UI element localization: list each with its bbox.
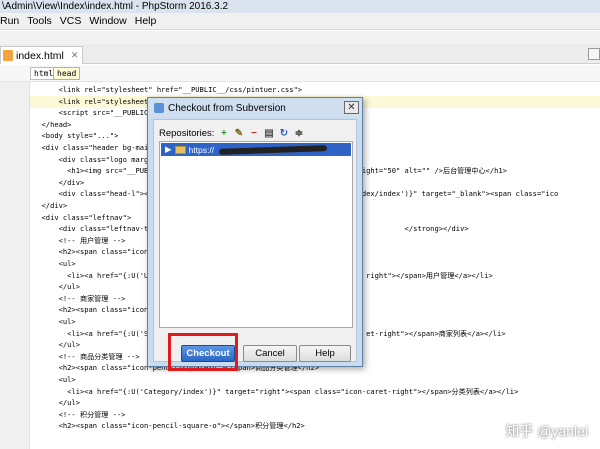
- code-line: </ul>: [33, 340, 80, 350]
- expand-arrow-icon[interactable]: ▶: [165, 144, 172, 155]
- close-icon[interactable]: ✕: [344, 101, 359, 114]
- close-icon[interactable]: ✕: [71, 50, 79, 61]
- repositories-label: Repositories:: [159, 127, 215, 139]
- code-line: </ul>: [33, 398, 80, 408]
- dialog-title: Checkout from Subversion: [168, 102, 286, 114]
- browse-icon[interactable]: ▤: [263, 128, 274, 139]
- checkout-dialog: Checkout from Subversion ✕ Repositories:…: [147, 97, 363, 367]
- breadcrumb: html head: [0, 65, 600, 82]
- menu-bar: Run Tools VCS Window Help: [0, 13, 600, 30]
- editor-tabs: index.html ✕: [0, 44, 600, 64]
- code-line: <!-- 商家管理 -->: [33, 293, 126, 303]
- redacted-url-scribble: [218, 144, 328, 155]
- code-line: <ul>: [33, 259, 76, 268]
- html-file-icon: [3, 50, 13, 61]
- code-line: <link rel="stylesheet" href="__PUBLIC__/…: [33, 85, 303, 94]
- menu-run[interactable]: Run: [0, 15, 23, 27]
- edit-icon[interactable]: ✎: [233, 128, 244, 139]
- code-line: <div class="leftnav">: [33, 212, 132, 222]
- toolbar: [0, 31, 600, 44]
- code-line: <li><a href="{:U('Category/index')}" tar…: [33, 386, 519, 396]
- code-line: <div class="header bg-main: [33, 143, 153, 152]
- code-line: <!-- 用户管理 -->: [33, 235, 126, 245]
- highlight-box: [168, 333, 238, 371]
- collapse-icon[interactable]: ≑: [293, 128, 304, 139]
- breadcrumb-head[interactable]: head: [53, 67, 81, 80]
- code-line: <script src="__PUBLIC_: [33, 108, 153, 118]
- code-line: <ul>: [33, 317, 76, 326]
- code-line: </head>: [33, 119, 72, 129]
- folder-icon: [174, 145, 186, 154]
- tab-settings-icon[interactable]: [588, 48, 600, 60]
- code-line: <h2><span class="icon-pencil-square-o"><…: [33, 421, 305, 431]
- dialog-titlebar: Checkout from Subversion: [148, 98, 362, 118]
- code-line: <body style="...">: [33, 131, 119, 141]
- repository-item[interactable]: ▶ https://: [161, 143, 351, 156]
- code-line: <!-- 积分管理 -->: [33, 409, 126, 419]
- add-icon[interactable]: +: [218, 128, 229, 139]
- code-line: <!-- 商品分类管理 -->: [33, 351, 140, 361]
- code-line: </div>: [33, 201, 68, 210]
- repositories-toolbar: Repositories: + ✎ − ▤ ↻ ≑: [159, 126, 304, 140]
- code-line: <h2><span class="icon-pe: [33, 247, 162, 257]
- menu-tools[interactable]: Tools: [23, 15, 56, 27]
- code-line: <h2><span class="icon-pe: [33, 305, 162, 315]
- remove-icon[interactable]: −: [248, 128, 259, 139]
- watermark: 知乎 @yanlei: [505, 423, 588, 439]
- repository-url: https://: [188, 144, 215, 155]
- code-line: </ul>: [33, 282, 80, 292]
- dialog-body: Repositories: + ✎ − ▤ ↻ ≑ ▶ https://: [153, 119, 357, 362]
- repository-list[interactable]: ▶ https://: [159, 141, 353, 328]
- code-line: </div>: [33, 177, 85, 187]
- subversion-icon: [154, 103, 164, 113]
- menu-window[interactable]: Window: [85, 15, 130, 27]
- cancel-button[interactable]: Cancel: [243, 345, 297, 362]
- menu-help[interactable]: Help: [131, 15, 161, 27]
- code-line: <div class="logo margin-: [33, 154, 162, 164]
- code-line: <ul>: [33, 375, 76, 384]
- tab-label: index.html: [16, 49, 64, 62]
- line-gutter: [0, 82, 30, 449]
- window-title: \Admin\View\Index\index.html - PhpStorm …: [0, 0, 600, 13]
- tab-index-html[interactable]: index.html ✕: [0, 46, 84, 64]
- menu-vcs[interactable]: VCS: [56, 15, 86, 27]
- help-button[interactable]: Help: [299, 345, 351, 362]
- refresh-icon[interactable]: ↻: [278, 128, 289, 139]
